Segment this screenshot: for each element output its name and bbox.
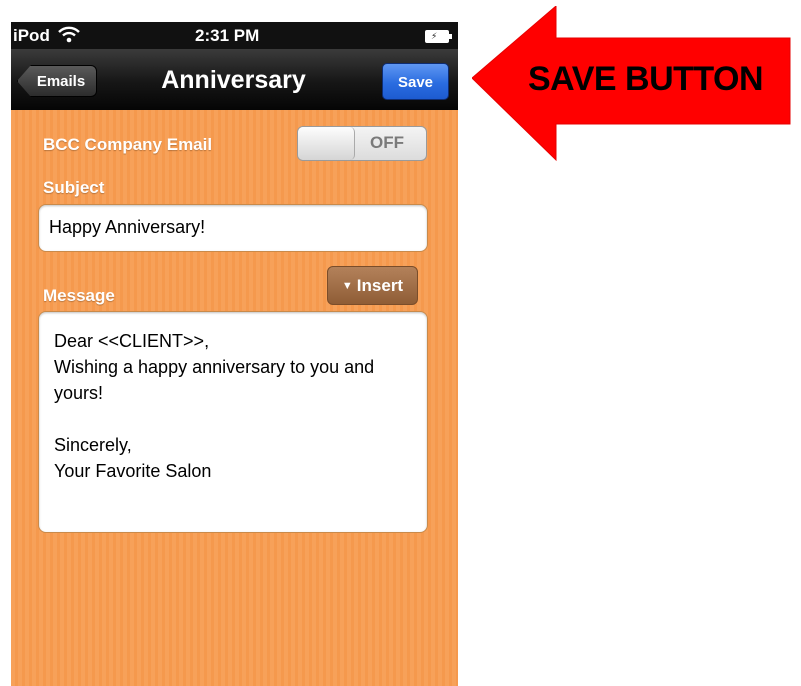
insert-label: Insert <box>356 276 404 295</box>
back-button[interactable]: Emails <box>17 65 97 97</box>
bcc-toggle[interactable]: OFF <box>297 126 427 161</box>
email-form: BCC Company Email OFF Subject Happy Anni… <box>11 110 458 686</box>
message-line: Wishing a happy anniversary to you and <box>54 357 375 377</box>
insert-button[interactable]: ▼ Insert <box>327 266 418 305</box>
save-button[interactable]: Save <box>382 63 449 100</box>
battery-icon: ⚡ <box>425 30 452 43</box>
toggle-knob[interactable] <box>298 127 355 160</box>
clock: 2:31 PM <box>195 26 260 45</box>
message-line <box>54 406 413 432</box>
wifi-icon <box>57 25 81 48</box>
message-line: Your Favorite Salon <box>54 461 212 481</box>
navigation-bar: Emails Anniversary Save <box>11 49 458 111</box>
message-textarea[interactable]: Dear <<CLIENT>>, Wishing a happy anniver… <box>38 311 428 533</box>
message-line: Dear <<CLIENT>>, <box>54 331 210 351</box>
subject-label: Subject <box>43 178 105 197</box>
toggle-state-label: OFF <box>370 133 404 152</box>
bcc-label: BCC Company Email <box>43 135 213 154</box>
callout-label: SAVE BUTTON <box>528 60 764 98</box>
status-bar: iPod 2:31 PM ⚡ <box>11 22 458 49</box>
carrier-label: iPod <box>13 26 50 45</box>
message-line: Sincerely, <box>54 435 132 455</box>
subject-input[interactable]: Happy Anniversary! <box>38 204 428 252</box>
page-title: Anniversary <box>161 66 306 94</box>
triangle-down-icon: ▼ <box>341 280 353 292</box>
message-label: Message <box>43 286 115 305</box>
phone-screen: iPod 2:31 PM ⚡ Emails Anniversary Save B… <box>11 22 458 686</box>
message-line: yours! <box>54 383 104 403</box>
